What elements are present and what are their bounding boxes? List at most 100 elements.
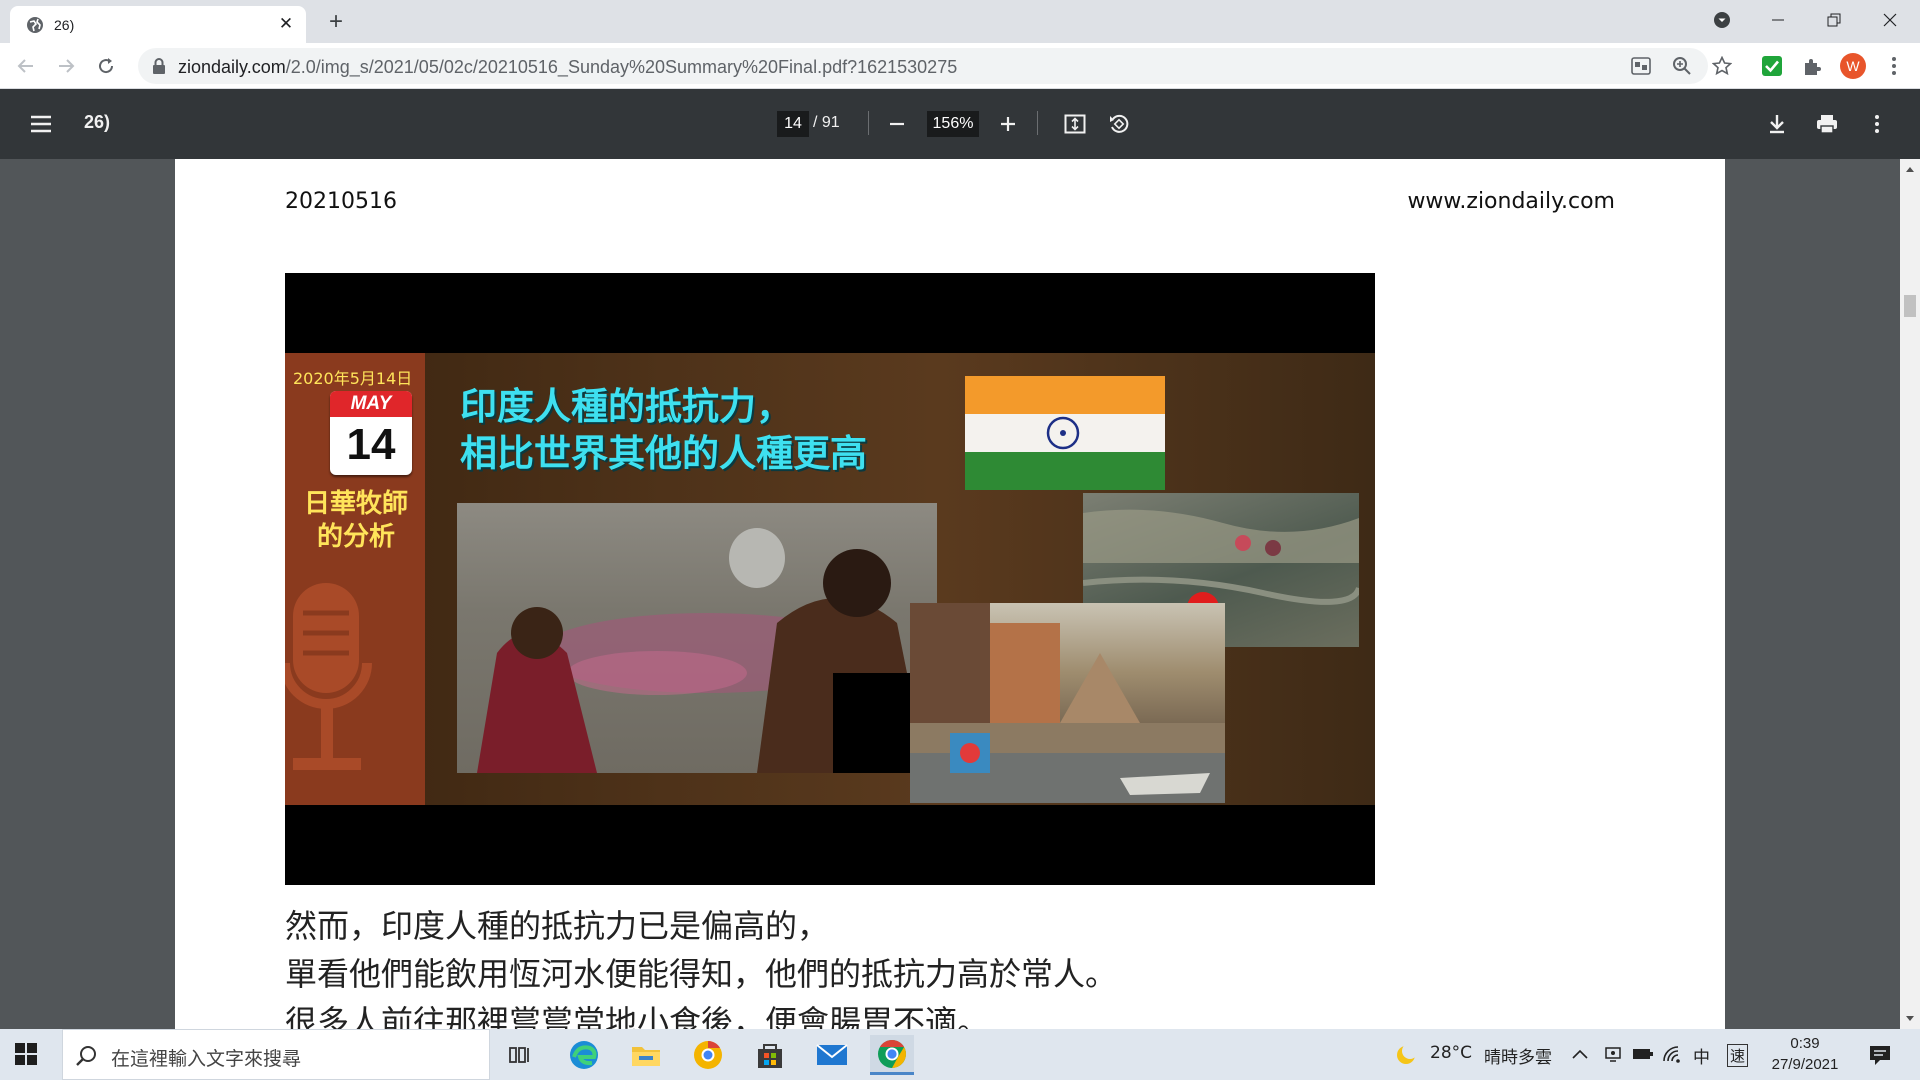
microphone-icon bbox=[285, 583, 372, 770]
scroll-down-arrow-icon[interactable] bbox=[1905, 1015, 1915, 1023]
arrow-left-icon bbox=[17, 59, 33, 73]
download-icon bbox=[1770, 115, 1784, 134]
url-host: ziondaily.com bbox=[178, 57, 286, 77]
forward-button[interactable] bbox=[52, 52, 80, 80]
file-explorer-app[interactable] bbox=[624, 1035, 668, 1075]
edge-browser-icon bbox=[570, 1041, 598, 1069]
minimize-icon bbox=[1772, 19, 1784, 21]
restore-button[interactable] bbox=[1806, 0, 1862, 40]
search-placeholder: 在這裡輸入文字來搜尋 bbox=[111, 1048, 302, 1070]
pastor-label-line: 的分析 bbox=[316, 522, 395, 552]
reload-button[interactable] bbox=[92, 52, 120, 80]
fit-to-page-button[interactable] bbox=[1060, 109, 1090, 139]
browser-toolbar: ziondaily.com/2.0/img_s/2021/05/02c/2021… bbox=[0, 43, 1920, 89]
minus-icon bbox=[890, 122, 904, 126]
zoom-button[interactable] bbox=[1671, 55, 1693, 77]
zoom-magnifier-icon bbox=[1673, 57, 1691, 75]
url-text[interactable]: ziondaily.com/2.0/img_s/2021/05/02c/2021… bbox=[178, 57, 957, 78]
pdf-toolbar: 26) 14 / 91 156% bbox=[0, 89, 1920, 159]
vertical-scrollbar[interactable] bbox=[1900, 159, 1920, 1029]
notification-center-icon[interactable] bbox=[1868, 1043, 1892, 1067]
headline-line: 相比世界其他的人種更高 bbox=[460, 432, 867, 475]
pastor-analysis-label: 日華牧師 的分析 bbox=[299, 488, 413, 554]
task-view-button[interactable] bbox=[498, 1035, 542, 1075]
rotate-icon bbox=[1110, 114, 1129, 133]
browser-menu-button[interactable] bbox=[1882, 54, 1906, 78]
folder-icon bbox=[632, 1047, 660, 1066]
tab-close-icon[interactable]: ✕ bbox=[276, 14, 296, 34]
profile-avatar[interactable]: W bbox=[1840, 53, 1866, 79]
minimize-button[interactable] bbox=[1750, 0, 1806, 40]
mail-envelope-icon bbox=[816, 1044, 848, 1065]
ime-mode-indicator[interactable]: 速 bbox=[1727, 1044, 1749, 1067]
extensions-button[interactable] bbox=[1800, 54, 1824, 78]
pastor-label-line: 日華牧師 bbox=[303, 489, 408, 519]
thumbnail-date: 2020年5月14日 bbox=[293, 369, 413, 388]
body-text-line: 很多人前往那裡嘗嘗當地小食後，便會腸胃不適。 bbox=[285, 1003, 990, 1029]
system-clock[interactable]: 0:39 27/9/2021 bbox=[1750, 1033, 1860, 1075]
arrow-right-icon bbox=[59, 59, 75, 73]
fit-page-icon bbox=[1064, 114, 1086, 134]
pdf-page: 20210516 www.ziondaily.com 2020年5月14日 MA… bbox=[175, 159, 1725, 1029]
clock-date: 27/9/2021 bbox=[1771, 1056, 1839, 1073]
new-tab-button[interactable]: + bbox=[322, 9, 350, 37]
body-text-line: 然而，印度人種的抵抗力已是偏高的， bbox=[285, 907, 830, 945]
translate-icon bbox=[1631, 57, 1651, 75]
extension-checkmark-button[interactable] bbox=[1760, 54, 1784, 78]
page-header-site: www.ziondaily.com bbox=[1407, 189, 1615, 214]
translate-button[interactable] bbox=[1630, 55, 1652, 77]
search-icon bbox=[76, 1046, 96, 1066]
mail-app[interactable] bbox=[810, 1035, 854, 1075]
battery-icon[interactable] bbox=[1632, 1047, 1654, 1061]
chrome-icon bbox=[878, 1039, 906, 1068]
chromium-app[interactable] bbox=[686, 1035, 730, 1075]
video-thumbnail: 2020年5月14日 MAY 14 日華牧師 的分析 印度人種的抵抗力， 相比世… bbox=[285, 273, 1375, 885]
page-number-input[interactable]: 14 bbox=[777, 111, 809, 137]
zoom-level-input[interactable]: 156% bbox=[927, 111, 979, 137]
close-window-button[interactable] bbox=[1862, 0, 1918, 40]
ganges-bathing-photo bbox=[457, 503, 937, 773]
scrollbar-thumb[interactable] bbox=[1904, 295, 1916, 317]
pdf-title: 26) bbox=[84, 112, 111, 132]
print-button[interactable] bbox=[1812, 109, 1842, 139]
calendar-month: MAY bbox=[330, 391, 412, 417]
zoom-out-button[interactable] bbox=[882, 109, 912, 139]
weather-moon-icon[interactable] bbox=[1394, 1043, 1418, 1067]
task-view-icon bbox=[509, 1047, 529, 1063]
body-text-line: 單看他們能飲用恆河水便能得知，他們的抵抗力高於常人。 bbox=[285, 955, 1118, 993]
browser-tab-strip: 26) ✕ + bbox=[0, 0, 1920, 43]
chrome-app[interactable] bbox=[870, 1035, 914, 1075]
calendar-day: 14 bbox=[346, 420, 396, 469]
windows-start-icon[interactable] bbox=[14, 1042, 38, 1066]
tab-title: 26) bbox=[54, 17, 75, 33]
device-icon[interactable] bbox=[1604, 1045, 1622, 1063]
rotate-button[interactable] bbox=[1104, 109, 1134, 139]
hamburger-menu-icon[interactable] bbox=[28, 111, 54, 137]
chevron-down-circle-icon bbox=[1714, 12, 1730, 28]
ime-language-indicator[interactable]: 中 bbox=[1693, 1043, 1710, 1068]
weather-temperature[interactable]: 28°C bbox=[1430, 1043, 1472, 1063]
download-button[interactable] bbox=[1762, 109, 1792, 139]
browser-tab[interactable]: 26) ✕ bbox=[10, 6, 306, 43]
bookmark-button[interactable] bbox=[1711, 55, 1733, 77]
puzzle-icon bbox=[1805, 59, 1821, 75]
taskbar-search-box[interactable]: 在這裡輸入文字來搜尋 bbox=[62, 1029, 490, 1080]
checkmark-extension-icon bbox=[1762, 56, 1782, 76]
kebab-menu-icon bbox=[1892, 57, 1896, 75]
chrome-beta-icon bbox=[694, 1041, 722, 1069]
scroll-up-arrow-icon[interactable] bbox=[1905, 165, 1915, 173]
edge-app[interactable] bbox=[562, 1035, 606, 1075]
zoom-in-button[interactable] bbox=[993, 109, 1023, 139]
store-app[interactable] bbox=[748, 1035, 792, 1075]
close-icon bbox=[1883, 13, 1897, 27]
address-bar[interactable]: ziondaily.com/2.0/img_s/2021/05/02c/2021… bbox=[138, 48, 1732, 84]
tab-search-button[interactable] bbox=[1694, 0, 1750, 40]
weather-description[interactable]: 晴時多雲 bbox=[1484, 1043, 1552, 1068]
pdf-more-button[interactable] bbox=[1862, 109, 1892, 139]
back-button[interactable] bbox=[12, 52, 40, 80]
ghats-scene-image bbox=[910, 603, 1225, 803]
pdf-viewer[interactable]: 20210516 www.ziondaily.com 2020年5月14日 MA… bbox=[0, 159, 1900, 1029]
wifi-icon[interactable] bbox=[1662, 1045, 1682, 1063]
thumbnail-headline: 印度人種的抵抗力， 相比世界其他的人種更高 bbox=[460, 383, 867, 477]
chevron-up-icon[interactable] bbox=[1572, 1049, 1588, 1059]
